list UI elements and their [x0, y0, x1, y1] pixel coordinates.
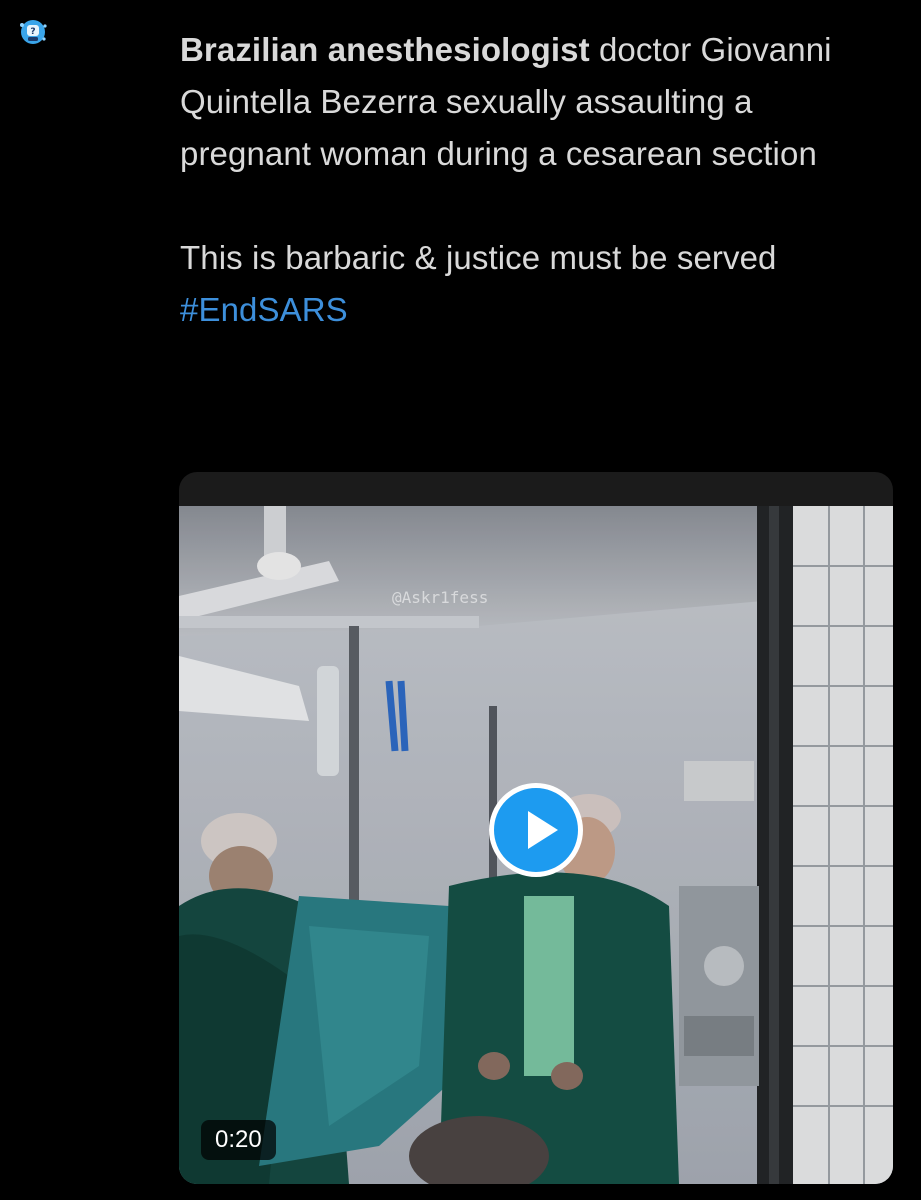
svg-text:?: ?: [30, 27, 35, 37]
tweet-paragraph-1: Brazilian anesthesiologist doctor Giovan…: [180, 24, 880, 180]
play-icon: [528, 811, 558, 849]
hashtag-link[interactable]: #EndSARS: [180, 291, 348, 328]
robot-avatar-icon[interactable]: ?: [18, 17, 48, 47]
video-duration-badge: 0:20: [201, 1120, 276, 1160]
tweet-bold-text: Brazilian anesthesiologist: [180, 31, 590, 68]
video-watermark: @Askr1fess: [392, 588, 489, 607]
play-button[interactable]: [489, 783, 583, 877]
tweet-paragraph-2: This is barbaric & justice must be serve…: [180, 239, 777, 276]
video-card[interactable]: @Askr1fess 0:20: [179, 472, 893, 1184]
tweet-text: Brazilian anesthesiologist doctor Giovan…: [180, 24, 880, 336]
